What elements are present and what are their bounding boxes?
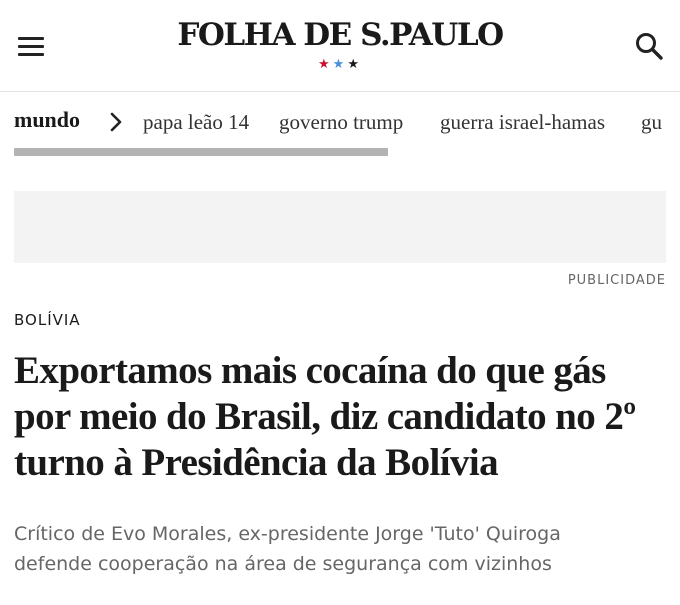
article-subheadline: Crítico de Evo Morales, ex-presidente Jo… [14,519,669,579]
nav-link-israel-hamas[interactable]: guerra israel-hamas [440,110,605,135]
site-logo[interactable]: FOLHA DE S.PAULO [0,16,680,54]
nav-link-trump[interactable]: governo trump [279,110,403,135]
nav-section-title[interactable]: mundo [14,107,80,133]
black-star-icon: ★ [347,56,362,71]
headline-line: por meio do Brasil, diz candidato no 2º [14,395,636,438]
subhead-line: Crítico de Evo Morales, ex-presidente Jo… [14,523,561,545]
nav-link-papa[interactable]: papa leão 14 [143,110,249,135]
headline-line: Exportamos mais cocaína do que gás [14,349,606,392]
nav-link-truncated[interactable]: gu [641,110,662,135]
blue-star-icon: ★ [332,56,348,71]
site-header: FOLHA DE S.PAULO ★★★ [0,0,680,92]
chevron-right-icon [108,109,124,135]
search-icon[interactable] [634,31,664,61]
article-headline: Exportamos mais cocaína do que gás por m… [14,348,669,486]
article-kicker[interactable]: BOLÍVIA [14,311,81,329]
ad-label: PUBLICIDADE [567,273,666,288]
headline-line: turno à Presidência da Bolívia [14,441,499,484]
logo-stars: ★★★ [0,56,680,72]
ad-placeholder[interactable] [14,191,666,263]
nav-scrollbar[interactable] [14,148,388,156]
red-star-icon: ★ [318,56,333,71]
subhead-line: defende cooperação na área de segurança … [14,553,552,575]
